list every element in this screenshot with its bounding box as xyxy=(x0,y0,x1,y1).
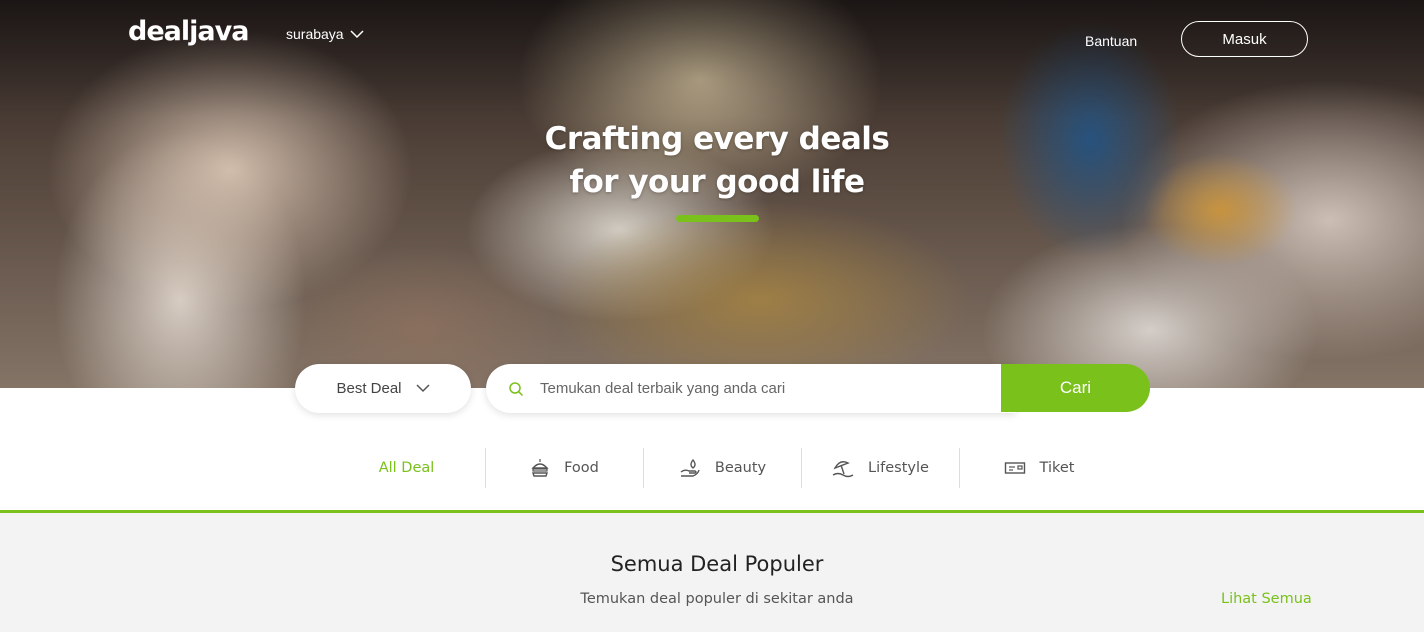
category-tabs: All Deal Food Beauty Lifestyle Tiket xyxy=(328,448,1118,488)
tab-lifestyle[interactable]: Lifestyle xyxy=(802,448,960,488)
ticket-icon xyxy=(1004,462,1025,474)
tab-label: Lifestyle xyxy=(868,460,929,476)
help-link[interactable]: Bantuan xyxy=(1085,33,1137,49)
beauty-icon xyxy=(680,458,700,477)
food-icon xyxy=(531,459,549,477)
tab-label: Tiket xyxy=(1039,460,1075,476)
tab-label: All Deal xyxy=(378,460,435,476)
search-icon xyxy=(508,381,524,397)
section-subtitle: Temukan deal populer di sekitar anda xyxy=(580,591,854,607)
hero-tagline-line1: Crafting every deals xyxy=(544,121,890,157)
city-selector[interactable]: surabaya xyxy=(286,26,364,42)
hero-tagline: Crafting every deals for your good life xyxy=(0,118,1424,204)
tab-beauty[interactable]: Beauty xyxy=(644,448,802,488)
tab-food[interactable]: Food xyxy=(486,448,644,488)
search-box xyxy=(486,364,1016,413)
tab-all-deal[interactable]: All Deal xyxy=(328,448,486,488)
chevron-down-icon xyxy=(350,29,364,38)
city-label: surabaya xyxy=(286,26,344,42)
dealjava-logo[interactable]: dealjava xyxy=(128,16,249,47)
chevron-down-icon xyxy=(415,384,430,393)
tab-tiket[interactable]: Tiket xyxy=(960,448,1118,488)
lifestyle-icon xyxy=(832,461,854,478)
tagline-underline xyxy=(676,215,759,222)
section-title: Semua Deal Populer xyxy=(610,552,824,576)
tab-label: Beauty xyxy=(714,460,767,476)
tab-label: Food xyxy=(564,460,599,476)
hero-tagline-line2: for your good life xyxy=(569,164,865,200)
see-all-link[interactable]: Lihat Semua xyxy=(1221,591,1312,607)
search-button[interactable]: Cari xyxy=(1001,364,1150,412)
category-divider xyxy=(0,510,1424,513)
deal-type-label: Best Deal xyxy=(336,380,402,397)
login-button[interactable]: Masuk xyxy=(1181,21,1308,57)
search-input[interactable] xyxy=(540,373,980,404)
deal-type-dropdown[interactable]: Best Deal xyxy=(295,364,471,413)
